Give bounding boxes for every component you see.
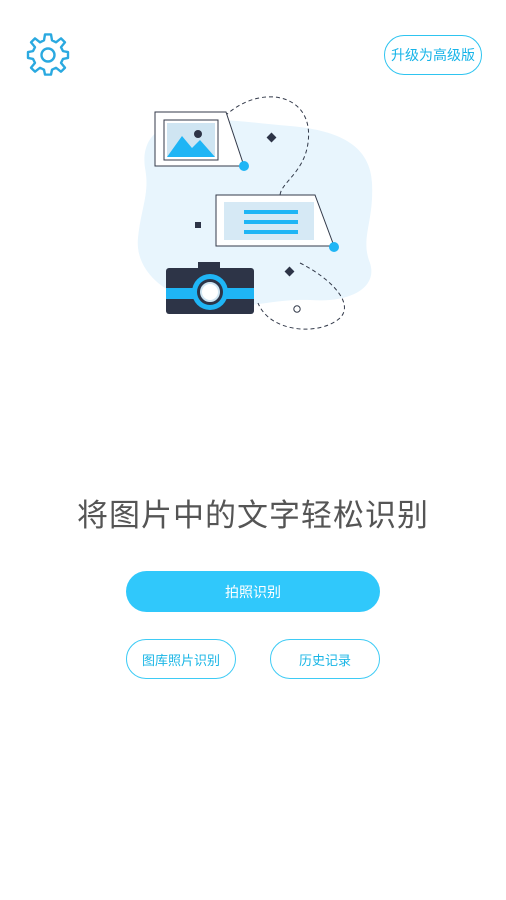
gear-icon [26, 33, 70, 76]
camera-recognize-button[interactable]: 拍照识别 [126, 571, 380, 612]
hero-illustration [120, 88, 390, 338]
page-headline: 将图片中的文字轻松识别 [77, 498, 429, 534]
history-button[interactable]: 历史记录 [270, 639, 380, 679]
upgrade-button[interactable]: 升级为高级版 [384, 35, 482, 75]
gallery-recognize-button[interactable]: 图库照片识别 [126, 639, 236, 679]
settings-button[interactable] [26, 33, 70, 77]
